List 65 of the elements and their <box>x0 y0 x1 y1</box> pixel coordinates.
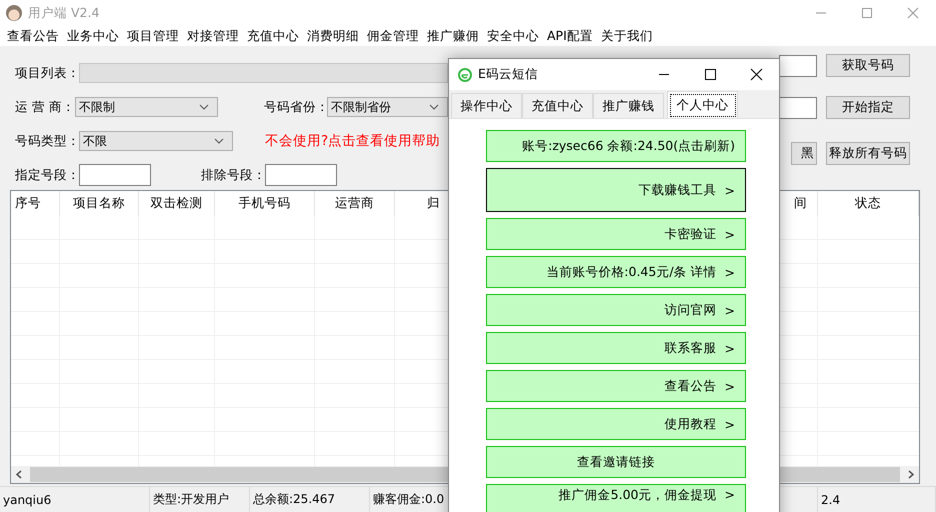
column-header[interactable]: 项目名称 <box>60 191 139 216</box>
input-field[interactable] <box>79 164 151 186</box>
column-header[interactable]: 双击检测 <box>139 191 215 216</box>
release-button[interactable]: 释放所有号码 <box>826 142 910 165</box>
menu-item[interactable]: API配置 <box>544 28 598 44</box>
dropdown[interactable]: 不限制省份 <box>327 97 448 117</box>
dropdown[interactable]: 不限制 <box>74 97 218 117</box>
menu-item[interactable]: 充值中心 <box>244 28 304 44</box>
status-text: 2.4 <box>818 487 936 512</box>
get-number-button[interactable]: 获取号码 <box>826 54 910 77</box>
column-header[interactable]: 状态 <box>818 191 919 216</box>
input-field[interactable] <box>265 164 337 186</box>
avatar-icon <box>4 3 24 23</box>
tab[interactable]: 推广赚钱 <box>593 93 664 118</box>
menu-button[interactable]: 推广佣金5.00元，佣金提现 > <box>486 484 746 512</box>
chevron-icon: > <box>724 302 735 318</box>
field-label: 号码类型： <box>14 132 79 150</box>
tab[interactable]: 个人中心 <box>667 91 738 118</box>
status-text: 类型:开发用户 <box>150 487 250 512</box>
menu-button[interactable]: 账号:zysec66 余额:24.50(点击刷新) <box>486 130 746 162</box>
menu-button[interactable]: 当前账号价格:0.45元/条 详情 > <box>486 256 746 288</box>
input-field[interactable] <box>779 54 817 76</box>
logo-icon <box>458 68 472 82</box>
field-label: 指定号段： <box>14 166 79 184</box>
chevron-icon: > <box>724 487 735 502</box>
menu-button[interactable]: 下载赚钱工具 > <box>486 168 746 212</box>
menu-item[interactable]: 项目管理 <box>124 28 184 44</box>
menu-item[interactable]: 业务中心 <box>64 28 124 44</box>
chevron-icon: > <box>724 340 735 356</box>
field-label: 号码省份： <box>264 98 328 116</box>
menu-button[interactable]: 卡密验证 > <box>486 218 746 250</box>
field-label: 排除号段： <box>201 166 265 184</box>
tab[interactable]: 操作中心 <box>451 93 522 118</box>
field-label: 项目列表： <box>14 64 79 82</box>
chevron-icon: > <box>724 378 735 394</box>
menu-item[interactable]: 安全中心 <box>484 28 544 44</box>
chevron-icon: > <box>724 416 735 432</box>
help-link[interactable]: 不会使用?点击查看使用帮助 <box>265 132 440 150</box>
menu-item[interactable]: 佣金管理 <box>364 28 424 44</box>
menu-button[interactable]: 联系客服 > <box>486 332 746 364</box>
input-field[interactable] <box>779 96 817 118</box>
window-title: 用户端 V2.4 <box>28 4 100 22</box>
menu-item[interactable]: 消费明细 <box>304 28 364 44</box>
menu-button[interactable]: 访问官网 > <box>486 294 746 326</box>
tab[interactable]: 充值中心 <box>522 93 593 118</box>
assign-button[interactable]: 开始指定 <box>826 96 910 119</box>
field-label: 运 营 商： <box>14 98 75 116</box>
status-text: 总余额:25.467 <box>250 487 370 512</box>
menu-button[interactable]: 查看邀请链接 <box>486 446 746 478</box>
chevron-icon: > <box>724 182 735 198</box>
menu-button[interactable]: 使用教程 > <box>486 408 746 440</box>
menu-item[interactable]: 查看公告 <box>4 28 64 44</box>
dropdown[interactable]: 不限 <box>79 131 233 151</box>
menu-item[interactable]: 对接管理 <box>184 28 244 44</box>
chevron-icon: > <box>724 226 735 242</box>
column-header[interactable]: 序号 <box>11 191 60 216</box>
menu-item[interactable]: 推广赚佣 <box>424 28 484 44</box>
menu-button[interactable]: 查看公告 > <box>486 370 746 402</box>
chevron-icon: > <box>724 264 735 280</box>
status-text: yanqiu6 <box>0 487 150 512</box>
blacklist-button[interactable]: 黑 <box>791 142 817 165</box>
column-header[interactable]: 运营商 <box>315 191 395 216</box>
menu-item[interactable]: 关于我们 <box>598 28 658 44</box>
dialog-title: E码云短信 <box>478 66 538 83</box>
column-header[interactable]: 手机号码 <box>215 191 315 216</box>
